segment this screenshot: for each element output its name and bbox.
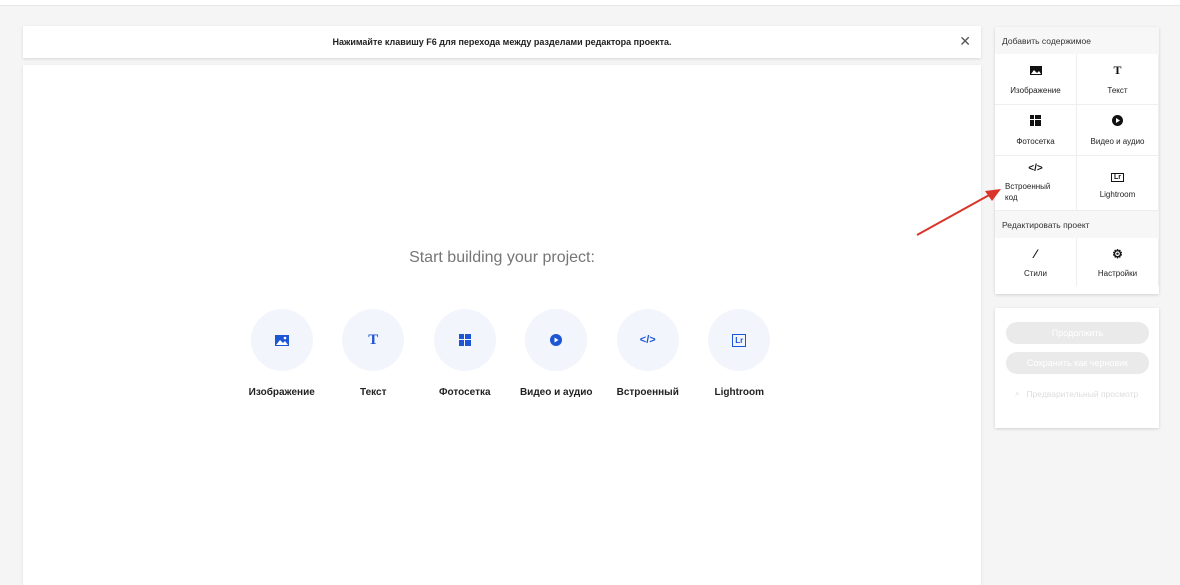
play-icon <box>525 309 588 371</box>
gear-icon: ⚙ <box>1112 246 1123 261</box>
start-title: Start building your project: <box>409 249 595 266</box>
project-canvas: Start building your project: Изображение… <box>23 65 981 585</box>
settings-button[interactable]: ⚙ Настройки <box>1077 238 1159 286</box>
lightroom-icon: Lr <box>708 309 771 371</box>
add-photogrid[interactable]: Фотосетка <box>995 105 1077 156</box>
tile-image[interactable]: Изображение <box>236 309 328 398</box>
keyboard-notice: Нажимайте клавишу F6 для перехода между … <box>23 26 981 58</box>
top-bar <box>0 0 1180 6</box>
text-icon: T <box>342 309 405 371</box>
lightroom-icon: Lr <box>1111 168 1124 182</box>
tile-video[interactable]: Видео и аудио <box>511 309 603 398</box>
annotation-arrow-icon <box>916 189 1001 236</box>
tile-embed[interactable]: </> Встроенный <box>602 309 694 398</box>
add-text[interactable]: T Текст <box>1077 54 1159 105</box>
grid-icon <box>433 309 496 371</box>
brush-icon: ⁄ <box>1034 246 1037 261</box>
play-icon <box>1112 114 1123 129</box>
tile-lightroom[interactable]: Lr Lightroom <box>694 309 786 398</box>
tile-photogrid[interactable]: Фотосетка <box>419 309 511 398</box>
add-embed-code[interactable]: </> Встроенный код <box>995 156 1077 211</box>
edit-project-heading: Редактировать проект <box>995 211 1159 238</box>
styles-button[interactable]: ⁄ Стили <box>995 238 1077 286</box>
code-icon: </> <box>1028 163 1043 175</box>
notice-text: Нажимайте клавишу F6 для перехода между … <box>332 37 672 47</box>
add-content-heading: Добавить содержимое <box>995 27 1159 54</box>
close-icon[interactable]: ✕ <box>959 33 971 50</box>
add-lightroom[interactable]: Lr Lightroom <box>1077 156 1159 211</box>
save-draft-button[interactable]: Сохранить как черновик <box>1006 352 1149 374</box>
image-icon <box>1029 64 1042 78</box>
grid-icon <box>1030 114 1041 129</box>
add-content-panel: Добавить содержимое Изображение T Текст Ф… <box>995 27 1159 294</box>
continue-button[interactable]: Продолжить <box>1006 322 1149 344</box>
code-icon: </> <box>616 309 679 371</box>
publish-panel: Продолжить Сохранить как черновик ⌕ Предв… <box>995 308 1159 428</box>
add-video[interactable]: Видео и аудио <box>1077 105 1159 156</box>
image-icon <box>250 309 313 371</box>
preview-button[interactable]: ⌕ Предварительный просмотр <box>1015 388 1145 399</box>
add-image[interactable]: Изображение <box>995 54 1077 105</box>
text-icon: T <box>1113 63 1122 77</box>
tile-text[interactable]: T Текст <box>328 309 420 398</box>
